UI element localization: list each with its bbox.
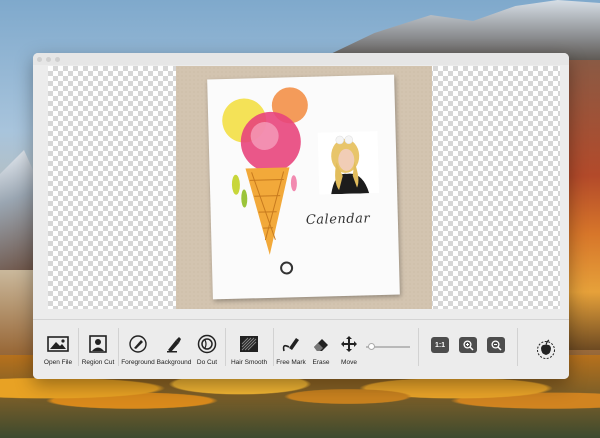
free-mark-button[interactable]: Free Mark [276,320,306,378]
bottom-toolbar: Open File Region Cut Foreground Backgrou… [33,319,569,379]
wallpaper-cliff [568,60,600,350]
close-window-button[interactable] [37,56,42,62]
calendar-sheet: Calendar [207,74,400,300]
ice-cream-illustration [222,87,308,255]
minimize-window-button[interactable] [46,56,51,62]
erase-label: Erase [312,358,330,366]
foreground-button[interactable]: Foreground [120,320,156,378]
portrait-figure [317,131,380,195]
apple-icon [536,338,556,360]
toolbar-divider [78,328,79,366]
toolbar-divider [225,328,226,366]
marker-icon [281,333,301,355]
hair-smooth-button[interactable]: Hair Smooth [229,320,269,378]
open-file-label: Open File [43,358,73,366]
do-cut-label: Do Cut [196,358,218,366]
zoom-in-button[interactable] [459,337,477,353]
region-cut-label: Region Cut [81,358,115,366]
move-icon [340,333,358,355]
toolbar-divider [118,328,119,366]
zoom-out-icon [490,339,502,351]
title-bar[interactable] [33,53,569,65]
toolbar-divider [273,328,274,366]
zoom-in-icon [462,339,474,351]
paint-brush-icon [165,333,183,355]
toolbar-divider [418,328,419,366]
brush-icon [129,333,147,355]
wallpaper-mountain-right [318,0,600,60]
hair-smooth-label: Hair Smooth [230,358,268,366]
actual-size-button[interactable]: 1:1 [431,337,449,353]
erase-button[interactable]: Erase [306,320,336,378]
image-icon [47,333,69,355]
apple-button[interactable] [533,320,559,378]
portrait-icon [89,333,107,355]
brush-size-slider-knob[interactable] [368,343,375,350]
hatch-icon [240,333,258,355]
app-window: Calendar Open File Region Cut Foreground [33,53,569,379]
kraft-paper-image: Calendar [176,66,432,309]
move-button[interactable]: Move [335,320,363,378]
foreground-label: Foreground [121,358,155,366]
free-mark-label: Free Mark [276,358,306,366]
do-cut-button[interactable]: Do Cut [192,320,222,378]
eraser-icon [312,333,330,355]
move-label: Move [341,358,357,366]
zoom-window-button[interactable] [55,56,60,62]
calendar-text: Calendar [305,211,371,228]
background-button[interactable]: Background [156,320,192,378]
background-label: Background [156,358,192,366]
image-canvas[interactable]: Calendar [48,66,560,309]
open-file-button[interactable]: Open File [41,320,75,378]
region-cut-button[interactable]: Region Cut [80,320,116,378]
zoom-out-button[interactable] [487,337,505,353]
cut-icon [197,333,217,355]
portrait-photo [317,131,380,195]
ring-mark [279,261,294,275]
toolbar-divider [517,328,518,366]
